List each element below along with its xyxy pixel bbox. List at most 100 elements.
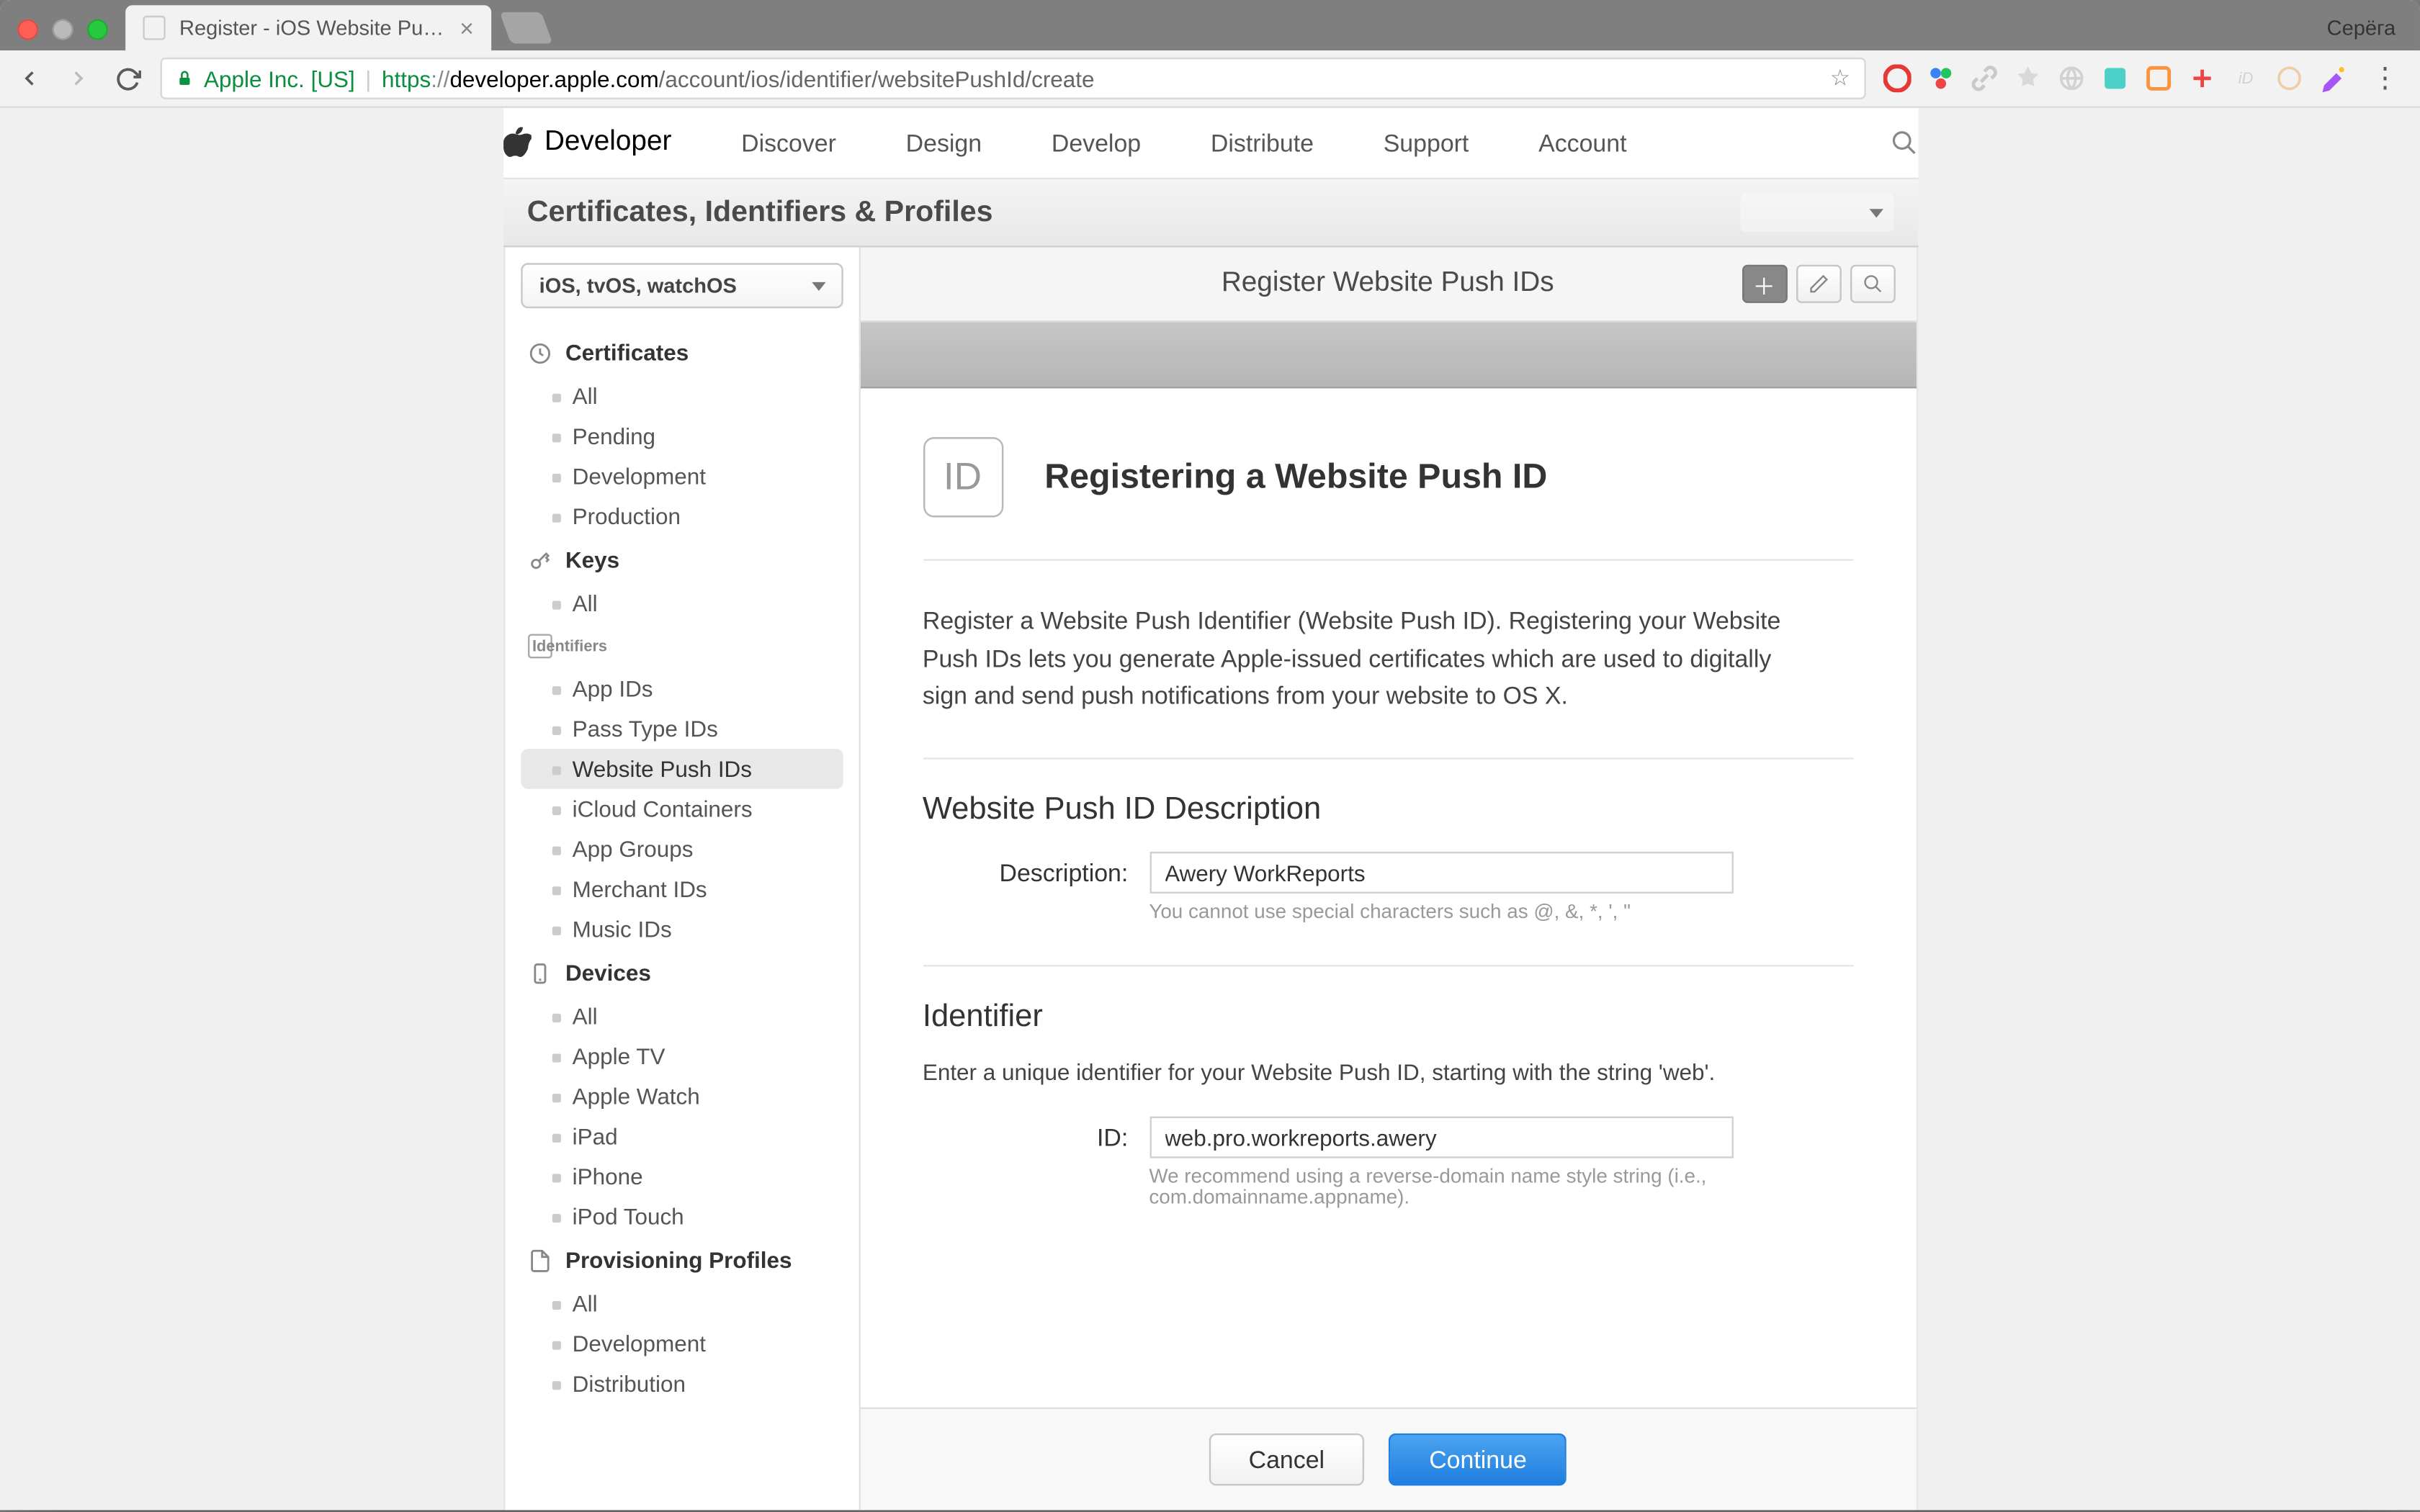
sidebar-item-ipad[interactable]: iPad	[520, 1117, 843, 1157]
platform-label: iOS, tvOS, watchOS	[539, 274, 737, 298]
teal-ext-icon[interactable]	[2101, 65, 2129, 93]
main-panel: Register Website Push IDs ＋ ID	[860, 247, 1916, 1510]
apple-nav: Developer Discover Design Develop Distri…	[503, 108, 1917, 179]
red-plus-ext-icon[interactable]	[2188, 65, 2216, 93]
sidebar-heading-identifiers[interactable]: Identifiers	[520, 624, 843, 669]
sidebar-item-all[interactable]: All	[520, 996, 843, 1037]
cancel-button[interactable]: Cancel	[1209, 1434, 1365, 1486]
sidebar-item-app-ids[interactable]: App IDs	[520, 669, 843, 709]
nav-support[interactable]: Support	[1384, 129, 1469, 157]
sidebar-item-website-push-ids[interactable]: Website Push IDs	[520, 749, 843, 789]
search-icon[interactable]	[1889, 129, 1917, 157]
toolbar-strip	[860, 323, 1916, 389]
sidebar-item-ipod-touch[interactable]: iPod Touch	[520, 1197, 843, 1237]
sidebar-group-certificates: CertificatesAllPendingDevelopmentProduct…	[520, 329, 843, 536]
header-tools: ＋	[1742, 265, 1895, 303]
reload-button[interactable]	[112, 63, 143, 94]
id-label: ID:	[923, 1117, 1128, 1151]
edit-button[interactable]	[1796, 265, 1841, 303]
description-label: Description:	[923, 852, 1128, 886]
browser-toolbar: Apple Inc. [US] | https://developer.appl…	[0, 50, 2420, 108]
id-hint: We recommend using a reverse-domain name…	[1149, 1167, 1732, 1209]
sidebar-item-merchant-ids[interactable]: Merchant IDs	[520, 869, 843, 909]
description-input[interactable]	[1149, 852, 1732, 894]
content-area: iOS, tvOS, watchOS CertificatesAllPendin…	[503, 247, 1917, 1510]
browser-window: Register - iOS Website Push ID × Серёга …	[0, 0, 2420, 1510]
sidebar-heading-provisioning-profiles[interactable]: Provisioning Profiles	[520, 1236, 843, 1283]
nav-distribute[interactable]: Distribute	[1211, 129, 1314, 157]
subheader-title: Certificates, Identifiers & Profiles	[527, 195, 993, 230]
sidebar-item-app-groups[interactable]: App Groups	[520, 829, 843, 869]
sidebar-item-all[interactable]: All	[520, 377, 843, 417]
sidebar-item-all[interactable]: All	[520, 583, 843, 624]
nav-account[interactable]: Account	[1538, 129, 1626, 157]
sidebar-item-development[interactable]: Development	[520, 1323, 843, 1364]
sidebar-item-iphone[interactable]: iPhone	[520, 1156, 843, 1197]
subheader: Certificates, Identifiers & Profiles	[503, 179, 1917, 247]
sidebar-item-distribution[interactable]: Distribution	[520, 1364, 843, 1404]
globe-ext-icon[interactable]	[2058, 65, 2086, 93]
sidebar-item-apple-tv[interactable]: Apple TV	[520, 1036, 843, 1076]
minimize-window-button[interactable]	[53, 19, 73, 40]
sidebar-heading-certificates[interactable]: Certificates	[520, 329, 843, 376]
nav-discover[interactable]: Discover	[741, 129, 836, 157]
id-ext-icon[interactable]: iD	[2232, 65, 2260, 93]
team-dropdown[interactable]	[1739, 194, 1893, 232]
description-hint: You cannot use special characters such a…	[1149, 902, 1732, 923]
sidebar-item-icloud-containers[interactable]: iCloud Containers	[520, 789, 843, 829]
id-input[interactable]	[1149, 1117, 1732, 1158]
page-canvas: Developer Discover Design Develop Distri…	[0, 108, 2420, 1510]
sidebar-item-apple-watch[interactable]: Apple Watch	[520, 1076, 843, 1117]
back-button[interactable]	[14, 63, 45, 94]
identifier-section: Identifier Enter a unique identifier for…	[923, 965, 1853, 1209]
identifier-sub: Enter a unique identifier for your Websi…	[923, 1059, 1853, 1085]
sidebar-group-identifiers: IdentifiersApp IDsPass Type IDsWebsite P…	[520, 624, 843, 949]
form-heading: Registering a Website Push ID	[1044, 457, 1547, 498]
platform-dropdown[interactable]: iOS, tvOS, watchOS	[520, 263, 843, 308]
opera-ext-icon[interactable]	[1883, 65, 1912, 93]
add-button[interactable]: ＋	[1742, 265, 1787, 303]
identifier-heading: Identifier	[923, 998, 1853, 1035]
main-body: ID Registering a Website Push ID Registe…	[860, 388, 1916, 1407]
pin-ext-icon[interactable]	[2014, 65, 2042, 93]
sidebar-item-development[interactable]: Development	[520, 456, 843, 497]
sidebar-item-all[interactable]: All	[520, 1284, 843, 1324]
sidebar-item-music-ids[interactable]: Music IDs	[520, 909, 843, 950]
colorful-ext-icon[interactable]	[1927, 65, 1955, 93]
continue-button[interactable]: Continue	[1389, 1434, 1567, 1486]
brand-label: Developer	[544, 127, 671, 159]
sidebar-heading-keys[interactable]: Keys	[520, 536, 843, 583]
sidebar-item-pass-type-ids[interactable]: Pass Type IDs	[520, 709, 843, 750]
forward-button[interactable]	[63, 63, 94, 94]
profile-name[interactable]: Серёга	[2303, 16, 2420, 50]
lock-icon	[176, 68, 193, 89]
chrome-menu-button[interactable]: ⋮	[2365, 61, 2406, 96]
sidebar-heading-devices[interactable]: Devices	[520, 949, 843, 996]
link-ext-icon[interactable]	[1971, 65, 1999, 93]
sidebar-group-keys: KeysAll	[520, 536, 843, 624]
sidebar-group-devices: DevicesAllApple TVApple WatchiPadiPhonei…	[520, 949, 843, 1236]
extensions-row: iD	[1883, 65, 2347, 93]
browser-tab[interactable]: Register - iOS Website Push ID ×	[125, 5, 491, 50]
bookmark-star-icon[interactable]: ☆	[1830, 65, 1850, 93]
circle-ext-icon[interactable]	[2275, 65, 2303, 93]
maximize-window-button[interactable]	[87, 19, 108, 40]
sidebar: iOS, tvOS, watchOS CertificatesAllPendin…	[504, 247, 859, 1510]
id-badge-icon: ID	[923, 437, 1003, 517]
nav-develop[interactable]: Develop	[1052, 129, 1141, 157]
paint-ext-icon[interactable]	[2319, 65, 2347, 93]
close-tab-icon[interactable]: ×	[460, 14, 474, 42]
description-heading: Website Push ID Description	[923, 791, 1853, 827]
developer-brand[interactable]: Developer	[503, 127, 671, 159]
ev-cert-label: Apple Inc. [US]	[204, 66, 355, 91]
orange-ext-icon[interactable]	[2145, 65, 2173, 93]
sidebar-item-pending[interactable]: Pending	[520, 416, 843, 456]
address-bar[interactable]: Apple Inc. [US] | https://developer.appl…	[161, 58, 1866, 99]
nav-design[interactable]: Design	[906, 129, 982, 157]
search-button[interactable]	[1850, 265, 1895, 303]
page-title: Register Website Push IDs	[1222, 269, 1554, 300]
tab-title: Register - iOS Website Push ID	[179, 16, 446, 40]
new-tab-button[interactable]	[500, 12, 553, 44]
sidebar-item-production[interactable]: Production	[520, 496, 843, 536]
close-window-button[interactable]	[17, 19, 38, 40]
